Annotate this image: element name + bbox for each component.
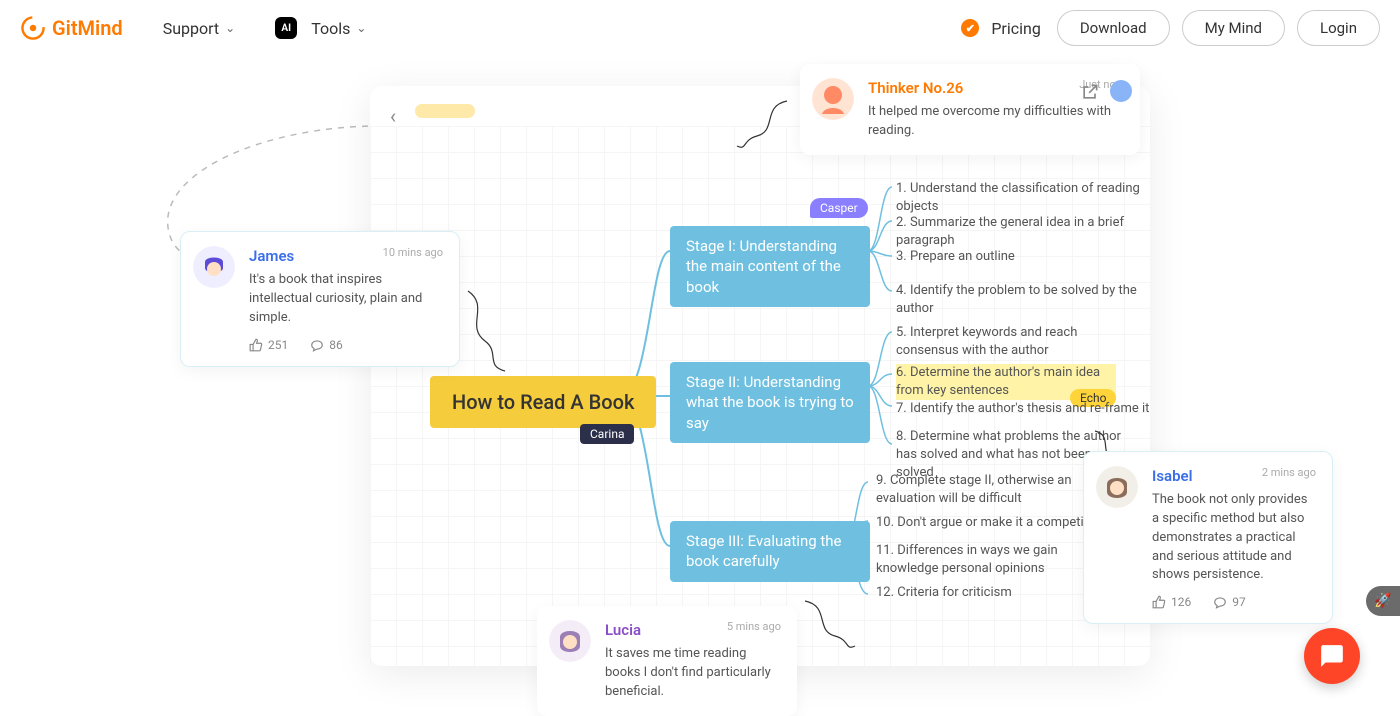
squiggle-decor <box>460 286 520 376</box>
leaf-node[interactable]: 12. Criteria for criticism <box>876 584 1012 602</box>
avatar-icon <box>193 246 235 288</box>
hero-section: ‹ How to Read A Book Carina Stage I: Und… <box>0 56 1400 696</box>
leaf-node[interactable]: 9. Complete stage II, otherwise an evalu… <box>876 472 1086 508</box>
comment-author: James <box>249 247 294 265</box>
comment-author: Thinker No.26 <box>868 79 963 97</box>
rocket-icon: 🚀 <box>1374 593 1391 609</box>
comment-time: 2 mins ago <box>1262 466 1316 479</box>
avatar-icon <box>812 78 854 120</box>
stage-3-node[interactable]: Stage III: Evaluating the book carefully <box>670 521 870 582</box>
nav-pricing[interactable]: ✔ Pricing <box>961 19 1041 38</box>
comment-text: It helped me overcome my difficulties wi… <box>868 103 1124 141</box>
mindmap-canvas[interactable]: ‹ How to Read A Book Carina Stage I: Und… <box>370 86 1150 666</box>
leaf-node[interactable]: 1. Understand the classification of read… <box>896 180 1150 216</box>
comment-card-thinker: Thinker No.26 Just now It helped me over… <box>800 64 1140 155</box>
mini-avatar-icon[interactable] <box>1110 80 1132 102</box>
mymind-button[interactable]: My Mind <box>1182 10 1285 46</box>
user-tag-casper: Casper <box>810 198 868 218</box>
like-button[interactable]: 126 <box>1152 595 1191 609</box>
gitmind-logo-icon <box>20 15 46 41</box>
comment-time: 5 mins ago <box>727 620 781 633</box>
chat-fab[interactable] <box>1304 628 1360 684</box>
leaf-node[interactable]: 11. Differences in ways we gain knowledg… <box>876 542 1116 578</box>
title-placeholder <box>415 104 475 118</box>
top-nav: GitMind Support ⌄ AI Tools ⌄ ✔ Pricing D… <box>0 0 1400 56</box>
leaf-node[interactable]: 7. Identify the author's thesis and re-f… <box>896 400 1149 418</box>
chevron-down-icon: ⌄ <box>356 21 366 35</box>
comment-author: Isabel <box>1152 467 1193 485</box>
chevron-down-icon: ⌄ <box>225 21 235 35</box>
avatar-icon <box>1096 466 1138 508</box>
reply-button[interactable]: 86 <box>310 338 343 352</box>
user-tag-carina: Carina <box>580 424 634 444</box>
comment-card-isabel: Isabel 2 mins ago The book not only prov… <box>1083 451 1333 624</box>
bolt-icon: ✔ <box>961 19 979 37</box>
comment-card-james: James 10 mins ago It's a book that inspi… <box>180 231 460 367</box>
comment-author: Lucia <box>605 621 641 639</box>
leaf-node[interactable]: 4. Identify the problem to be solved by … <box>896 282 1150 318</box>
avatar-icon <box>549 620 591 662</box>
nav-support[interactable]: Support ⌄ <box>163 19 236 38</box>
download-button[interactable]: Download <box>1057 10 1170 46</box>
share-icon[interactable] <box>1080 82 1100 102</box>
stage-1-node[interactable]: Stage I: Understanding the main content … <box>670 226 870 307</box>
leaf-node[interactable]: 3. Prepare an outline <box>896 248 1015 266</box>
comment-text: It saves me time reading books I don't f… <box>605 645 781 702</box>
root-node[interactable]: How to Read A Book <box>430 376 656 428</box>
rocket-tab[interactable]: 🚀 <box>1366 586 1400 616</box>
back-icon[interactable]: ‹ <box>390 104 396 128</box>
brand-name: GitMind <box>52 16 123 40</box>
comment-text: It's a book that inspires intellectual c… <box>249 271 443 328</box>
comment-icon <box>310 338 324 352</box>
chat-icon <box>1319 643 1345 669</box>
comment-time: 10 mins ago <box>383 246 443 259</box>
brand-logo[interactable]: GitMind <box>20 15 123 41</box>
stage-2-node[interactable]: Stage II: Understanding what the book is… <box>670 362 870 443</box>
squiggle-decor <box>800 596 860 656</box>
leaf-node[interactable]: 5. Interpret keywords and reach consensu… <box>896 324 1106 360</box>
like-button[interactable]: 251 <box>249 338 288 352</box>
comment-card-lucia: Lucia 5 mins ago It saves me time readin… <box>537 606 797 716</box>
thumbs-up-icon <box>1152 595 1166 609</box>
leaf-node[interactable]: 10. Don't argue or make it a competition <box>876 514 1106 532</box>
leaf-node[interactable]: 2. Summarize the general idea in a brief… <box>896 214 1150 250</box>
comment-text: The book not only provides a specific me… <box>1152 491 1316 585</box>
thumbs-up-icon <box>249 338 263 352</box>
ai-badge-icon: AI <box>275 17 297 39</box>
login-button[interactable]: Login <box>1297 10 1380 46</box>
nav-tools[interactable]: AI Tools ⌄ <box>275 17 366 39</box>
reply-button[interactable]: 97 <box>1213 595 1246 609</box>
squiggle-decor <box>732 96 792 156</box>
comment-icon <box>1213 595 1227 609</box>
